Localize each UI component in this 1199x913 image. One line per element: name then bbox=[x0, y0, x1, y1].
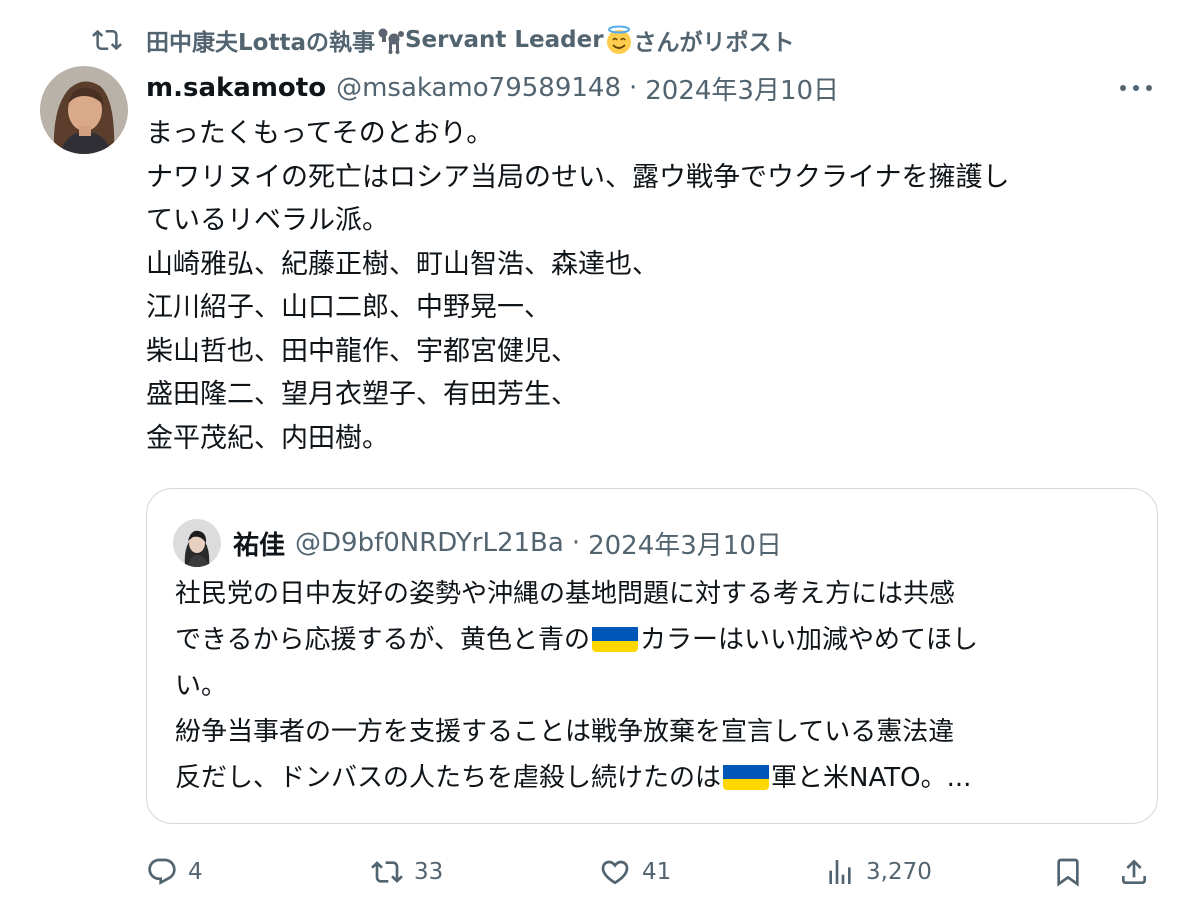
tweet-text-line: 盛田隆二、望月衣塑子、有田芳生、 bbox=[146, 379, 578, 410]
tweet-text-line: ナワリヌイの死亡はロシア当局のせい、露ウ戦争でウクライナを擁護し bbox=[146, 161, 1010, 193]
author-avatar[interactable] bbox=[40, 66, 128, 154]
author-display-name[interactable]: m.sakamoto bbox=[146, 73, 326, 103]
quoted-tweet-header: 祐佳 @D9bf0NRDYrL21Ba · 2024年3月10日 bbox=[173, 519, 782, 567]
tweet-text-line: 山崎雅弘、紀藤正樹、町山智浩、森達也、 bbox=[146, 248, 659, 280]
quoted-text-line: 社民党の日中友好の姿勢や沖縄の基地問題に対する考え方には共感 bbox=[175, 579, 956, 609]
more-options-button[interactable] bbox=[1114, 74, 1158, 102]
repost-action-text: さんがリポスト bbox=[633, 30, 795, 56]
quoted-author-avatar[interactable] bbox=[173, 519, 221, 567]
quoted-date[interactable]: 2024年3月10日 bbox=[588, 525, 782, 562]
views-button[interactable]: 3,270 bbox=[824, 850, 932, 894]
quoted-text-segment: カラーはいい加減やめてほし bbox=[639, 625, 978, 655]
quoted-header-separator: · bbox=[571, 528, 581, 558]
author-avatar-image bbox=[40, 66, 128, 154]
heart-icon bbox=[601, 860, 629, 885]
reply-icon bbox=[148, 858, 176, 885]
author-handle[interactable]: @msakamo79589148 bbox=[336, 73, 621, 103]
repost-banner[interactable]: 田中康夫Lottaの執事 Servant Leader さんがリポスト bbox=[90, 22, 795, 58]
tweet-action-bar: 4 33 41 3,270 bbox=[146, 850, 1158, 894]
quoted-text-line: 紛争当事者の一方を支援することは戦争放棄を宣言している憲法違 bbox=[175, 717, 955, 747]
reply-button[interactable]: 4 bbox=[146, 850, 203, 894]
repost-icon bbox=[371, 861, 403, 883]
quoted-text-segment: できるから応援するが、黄色と青の bbox=[175, 625, 590, 655]
reply-count: 4 bbox=[188, 859, 203, 885]
quoted-display-name[interactable]: 祐佳 bbox=[233, 525, 285, 562]
halo-smile-emoji-icon bbox=[606, 25, 631, 54]
header-separator: · bbox=[629, 73, 638, 103]
tweet-text-line: ているリベラル派。 bbox=[146, 205, 389, 236]
bookmark-icon bbox=[1057, 858, 1079, 887]
views-chart-icon bbox=[829, 860, 851, 884]
quoted-tweet-card[interactable]: 祐佳 @D9bf0NRDYrL21Ba · 2024年3月10日 社民党の日中友… bbox=[146, 488, 1158, 824]
bookmark-button[interactable] bbox=[1052, 850, 1094, 894]
tweet-text-line: 柴山哲也、田中龍作、宇都宮健児、 bbox=[146, 335, 578, 367]
poodle-emoji-icon bbox=[378, 28, 404, 54]
ukraine-flag-icon bbox=[723, 762, 770, 790]
quoted-text-line: 反だし、ドンバスの人たちを虐殺し続けたのは 軍と米NATO。... bbox=[175, 755, 1135, 801]
tweet-text: まったくもってそのとおり。 ナワリヌイの死亡はロシア当局のせい、露ウ戦争でウクラ… bbox=[146, 112, 1156, 460]
view-count: 3,270 bbox=[866, 859, 932, 885]
repost-icon bbox=[92, 29, 122, 51]
quoted-text-segment: 反だし、ドンバスの人たちを虐殺し続けたのは bbox=[175, 763, 722, 793]
quoted-text-line: できるから応援するが、黄色と青の カラーはいい加減やめてほし bbox=[175, 617, 1135, 663]
tweet-header: m.sakamoto @msakamo79589148 · 2024年3月10日 bbox=[146, 68, 839, 108]
repost-user-name[interactable]: 田中康夫Lottaの執事 bbox=[146, 23, 375, 57]
repost-user-suffix[interactable]: Servant Leader bbox=[405, 27, 604, 53]
repost-button[interactable]: 33 bbox=[370, 850, 443, 894]
tweet-text-line: 江川紹子、山口二郎、中野晃一、 bbox=[146, 292, 551, 323]
ukraine-flag-icon bbox=[591, 624, 638, 652]
tweet-date[interactable]: 2024年3月10日 bbox=[645, 70, 839, 107]
quoted-avatar-image bbox=[173, 519, 221, 567]
tweet-text-line: 金平茂紀、内田樹。 bbox=[146, 422, 389, 454]
repost-count: 33 bbox=[414, 859, 444, 885]
quoted-tweet-text: 社民党の日中友好の姿勢や沖縄の基地問題に対する考え方には共感 できるから応援する… bbox=[175, 571, 1135, 801]
like-count: 41 bbox=[642, 859, 672, 885]
more-dots-icon bbox=[1120, 85, 1152, 91]
share-icon bbox=[1122, 859, 1146, 884]
quoted-handle[interactable]: @D9bf0NRDYrL21Ba bbox=[295, 528, 564, 558]
share-button[interactable] bbox=[1118, 850, 1160, 894]
quoted-text-line: い。 bbox=[175, 671, 228, 701]
quoted-text-segment: 軍と米NATO。... bbox=[771, 763, 972, 793]
tweet-text-line: まったくもってそのとおり。 bbox=[146, 118, 494, 149]
like-button[interactable]: 41 bbox=[598, 850, 671, 894]
